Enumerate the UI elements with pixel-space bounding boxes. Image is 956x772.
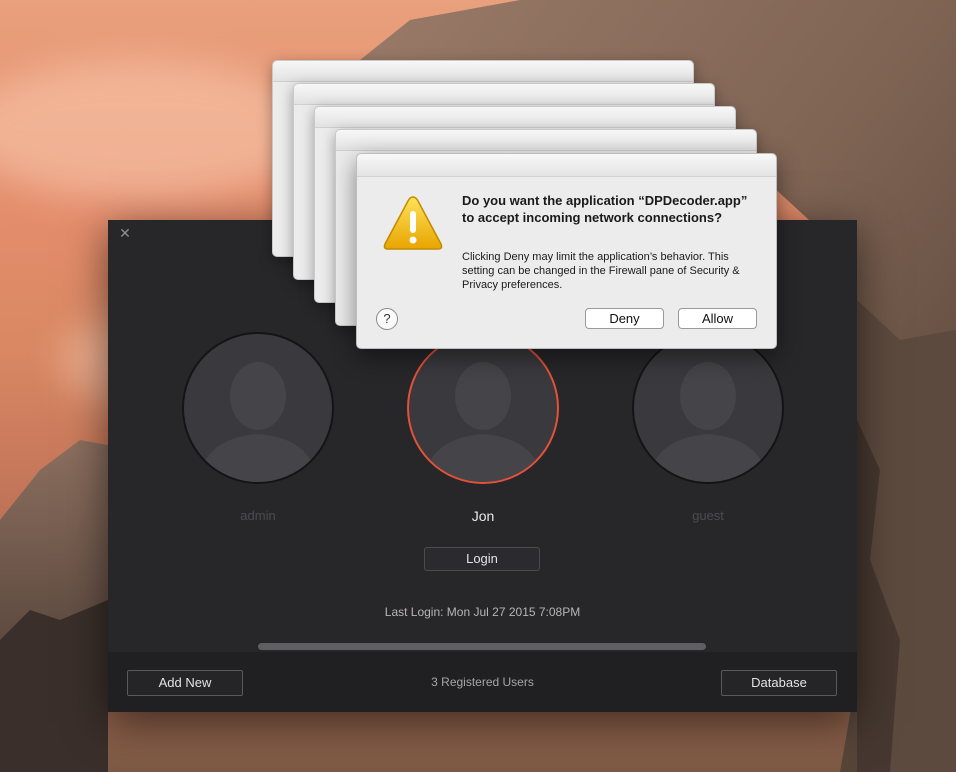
person-silhouette-icon	[423, 362, 543, 482]
login-button[interactable]: Login	[424, 547, 540, 571]
database-button[interactable]: Database	[721, 670, 837, 696]
warning-icon	[383, 196, 443, 250]
user-list: admin Jon guest	[108, 332, 857, 532]
user-card-guest[interactable]: guest	[628, 332, 788, 523]
user-name: guest	[692, 508, 724, 523]
user-card-admin[interactable]: admin	[178, 332, 338, 523]
avatar[interactable]	[182, 332, 334, 484]
user-card-jon[interactable]: Jon	[403, 332, 563, 524]
dialog-titlebar[interactable]	[357, 154, 776, 177]
person-silhouette-icon	[198, 362, 318, 482]
firewall-alert-dialog: Do you want the application “DPDecoder.a…	[356, 153, 777, 349]
user-name: admin	[240, 508, 276, 523]
last-login-text: Last Login: Mon Jul 27 2015 7:08PM	[384, 605, 581, 619]
horizontal-scrollbar[interactable]	[258, 643, 706, 650]
dialog-message: Clicking Deny may limit the application’…	[462, 251, 740, 291]
close-icon[interactable]: ✕	[118, 226, 132, 240]
person-silhouette-icon	[648, 362, 768, 482]
user-name: Jon	[471, 508, 495, 524]
footer-bar: Add New 3 Registered Users Database	[108, 652, 857, 712]
avatar[interactable]	[632, 332, 784, 484]
deny-button[interactable]: Deny	[585, 308, 664, 329]
avatar-selected[interactable]	[407, 332, 559, 484]
help-button[interactable]: ?	[376, 308, 398, 330]
dialog-title: Do you want the application “DPDecoder.a…	[462, 193, 748, 225]
allow-button[interactable]: Allow	[678, 308, 757, 329]
